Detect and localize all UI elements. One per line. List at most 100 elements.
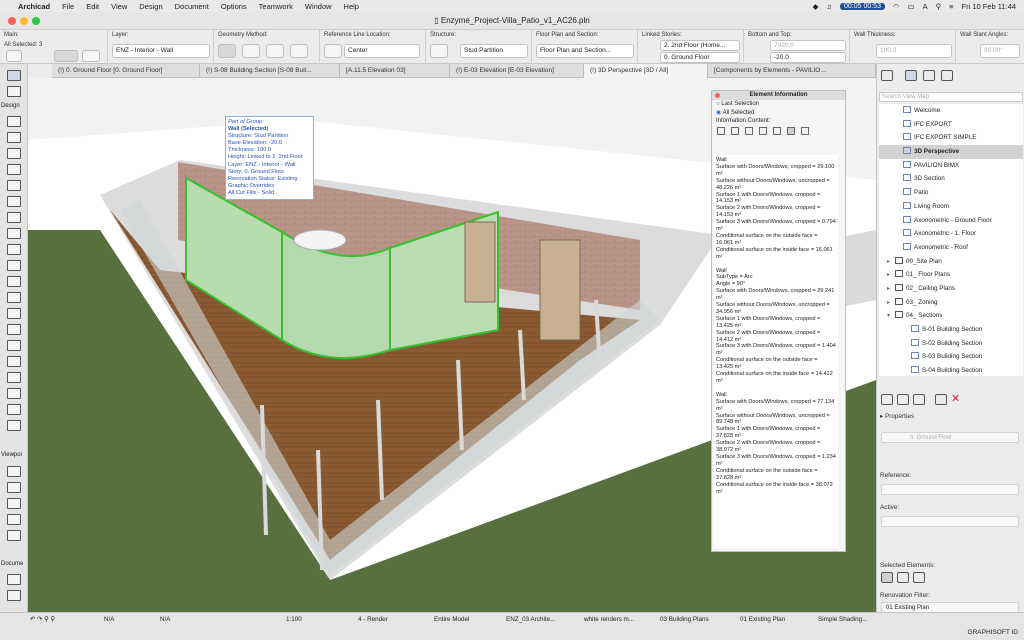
menu-document[interactable]: Document xyxy=(175,2,209,11)
model-select[interactable]: Entire Model xyxy=(434,616,469,623)
top-offset-input[interactable]: 7020.0 xyxy=(770,40,846,51)
active-field[interactable] xyxy=(881,516,1019,527)
layout-book-icon[interactable] xyxy=(923,70,935,81)
zoom-na-2[interactable]: N/A xyxy=(160,616,171,623)
delete-icon[interactable]: ✕ xyxy=(951,392,960,405)
curved-wall-icon[interactable] xyxy=(242,44,260,58)
thickness-input[interactable]: 100.0 xyxy=(876,44,952,58)
refline-icon[interactable] xyxy=(324,44,342,58)
tab-components[interactable]: [Components by Elements - PAVILIO... xyxy=(708,64,876,78)
minimize-window-button[interactable] xyxy=(20,17,28,25)
shading-select[interactable]: Simple Shading... xyxy=(818,616,867,623)
dropbox-icon[interactable]: ◆ xyxy=(813,2,819,11)
linked-top-select[interactable]: 2. 2nd Floor (Home... xyxy=(660,40,740,51)
view-map-item[interactable]: IFC EXPORT xyxy=(879,118,1023,132)
content-type-icon[interactable] xyxy=(773,127,781,135)
view-map-item[interactable]: S-02 Building Section xyxy=(879,337,1023,351)
layer-combo-select[interactable]: ENZ_03 Archite... xyxy=(506,616,555,623)
disclosure-arrow-icon[interactable]: ▸ xyxy=(887,269,895,283)
share-icon[interactable]: ♫ xyxy=(826,2,832,11)
tab-elevation-03[interactable]: [A.11.5 Elevation 03] xyxy=(340,64,450,78)
menu-teamwork[interactable]: Teamwork xyxy=(259,2,293,11)
view-map-item[interactable]: Axonometric - Ground Floor xyxy=(879,214,1023,228)
renovation-select[interactable]: 01 Existing Plan xyxy=(740,616,785,623)
selected-elements-icon[interactable] xyxy=(897,572,909,583)
lamp-tool-icon[interactable] xyxy=(7,388,21,399)
eip-all-selected-option[interactable]: ◉ All Selected xyxy=(712,108,845,117)
publisher-icon[interactable] xyxy=(941,70,953,81)
pen-set-select[interactable]: white renders m... xyxy=(584,616,634,623)
menu-file[interactable]: File xyxy=(62,2,74,11)
mesh-tool-icon[interactable] xyxy=(7,340,21,351)
door-tool-icon[interactable] xyxy=(7,260,21,271)
keyboard-icon[interactable]: A xyxy=(923,2,928,11)
bottom-offset-input[interactable]: -20.0 xyxy=(770,52,846,63)
structure-icon[interactable] xyxy=(430,44,448,58)
dimension-tool-icon[interactable] xyxy=(7,574,21,585)
view-map-item[interactable]: PAVILION BIMX xyxy=(879,159,1023,173)
wifi-icon[interactable]: ◠ xyxy=(893,2,900,11)
story-field[interactable]: 0. Ground Floor xyxy=(881,432,1019,443)
opening-tool-icon[interactable] xyxy=(7,372,21,383)
cloud-icon[interactable] xyxy=(881,70,893,81)
new-view-icon[interactable] xyxy=(881,394,893,405)
refline-select[interactable]: Center xyxy=(344,44,420,58)
shell-tool-icon[interactable] xyxy=(7,196,21,207)
settings-icon[interactable] xyxy=(935,394,947,405)
layer-select[interactable]: ENZ - Interior - Wall xyxy=(112,44,210,58)
arrow-icon[interactable] xyxy=(82,50,100,62)
view-map-item[interactable]: Welcome xyxy=(879,104,1023,118)
zoom-na-1[interactable]: N/A xyxy=(104,616,115,623)
roof-tool-icon[interactable] xyxy=(7,180,21,191)
curtain-wall-tool-icon[interactable] xyxy=(7,244,21,255)
control-center-icon[interactable]: ≡ xyxy=(949,2,953,11)
object-tool-icon[interactable] xyxy=(7,308,21,319)
railing-tool-icon[interactable] xyxy=(7,228,21,239)
zone-tool-icon[interactable] xyxy=(7,324,21,335)
element-information-palette[interactable]: Element Information ○ Last Selection ◉ A… xyxy=(711,90,846,552)
more-tools-icon[interactable] xyxy=(7,404,21,415)
window-tool-icon[interactable] xyxy=(7,276,21,287)
disclosure-arrow-icon[interactable]: ▸ xyxy=(887,256,895,270)
view-map-folder[interactable]: ▸ 00_Site Plan xyxy=(879,255,1023,269)
clone-view-icon[interactable] xyxy=(897,394,909,405)
graphisoft-id-label[interactable]: GRAPHISOFT ID xyxy=(968,629,1018,636)
menu-edit[interactable]: Edit xyxy=(86,2,99,11)
disclosure-arrow-icon[interactable]: ▸ xyxy=(887,297,895,311)
stair-tool-icon[interactable] xyxy=(7,212,21,223)
railing-tool-2-icon[interactable] xyxy=(7,420,21,431)
straight-wall-icon[interactable] xyxy=(218,44,236,58)
view-map-item[interactable]: Axonometric - 1. Floor xyxy=(879,227,1023,241)
disclosure-arrow-icon[interactable]: ▾ xyxy=(887,310,895,324)
menu-view[interactable]: View xyxy=(111,2,127,11)
tab-e03-elevation[interactable]: (!) E-03 Elevation [E-03 Elevation] xyxy=(450,64,584,78)
content-type-icon[interactable] xyxy=(717,127,725,135)
reference-field[interactable] xyxy=(881,484,1019,495)
view-map-item[interactable]: Axonometric - Roof xyxy=(879,241,1023,255)
view-map-item[interactable]: S-01 Building Section xyxy=(879,323,1023,337)
view-map-item[interactable]: S-04 Building Section xyxy=(879,364,1023,376)
mvo-select[interactable]: 03 Building Plans xyxy=(660,616,709,623)
menu-options[interactable]: Options xyxy=(221,2,247,11)
eip-last-selection-option[interactable]: ○ Last Selection xyxy=(712,100,845,108)
level-dimension-tool-icon[interactable] xyxy=(7,590,21,601)
group-icon[interactable] xyxy=(6,50,22,62)
selected-elements-icon[interactable] xyxy=(881,572,893,583)
selected-elements-icon[interactable] xyxy=(913,572,925,583)
view-map-search[interactable]: Search View Map xyxy=(879,92,1023,102)
view-map-icon[interactable] xyxy=(905,70,917,81)
view-map-item[interactable]: IFC EXPORT SIMPLE xyxy=(879,131,1023,145)
section-tool-icon[interactable] xyxy=(7,466,21,477)
search-icon[interactable]: ⚲ xyxy=(936,2,942,11)
content-type-icon[interactable] xyxy=(787,127,795,135)
view-map-folder[interactable]: ▸ 03_ Zoning xyxy=(879,296,1023,310)
tab-ground-floor[interactable]: (!) 0. Ground Floor [0. Ground Floor] xyxy=(52,64,200,78)
column-tool-icon[interactable] xyxy=(7,132,21,143)
content-type-icon[interactable] xyxy=(745,127,753,135)
zoom-window-button[interactable] xyxy=(32,17,40,25)
menu-design[interactable]: Design xyxy=(139,2,162,11)
scale-select[interactable]: 1:100 xyxy=(286,616,302,623)
close-window-button[interactable] xyxy=(8,17,16,25)
view-map-item[interactable]: 3D Perspective xyxy=(879,145,1023,159)
view-map-folder[interactable]: ▸ 01_ Floor Plans xyxy=(879,268,1023,282)
